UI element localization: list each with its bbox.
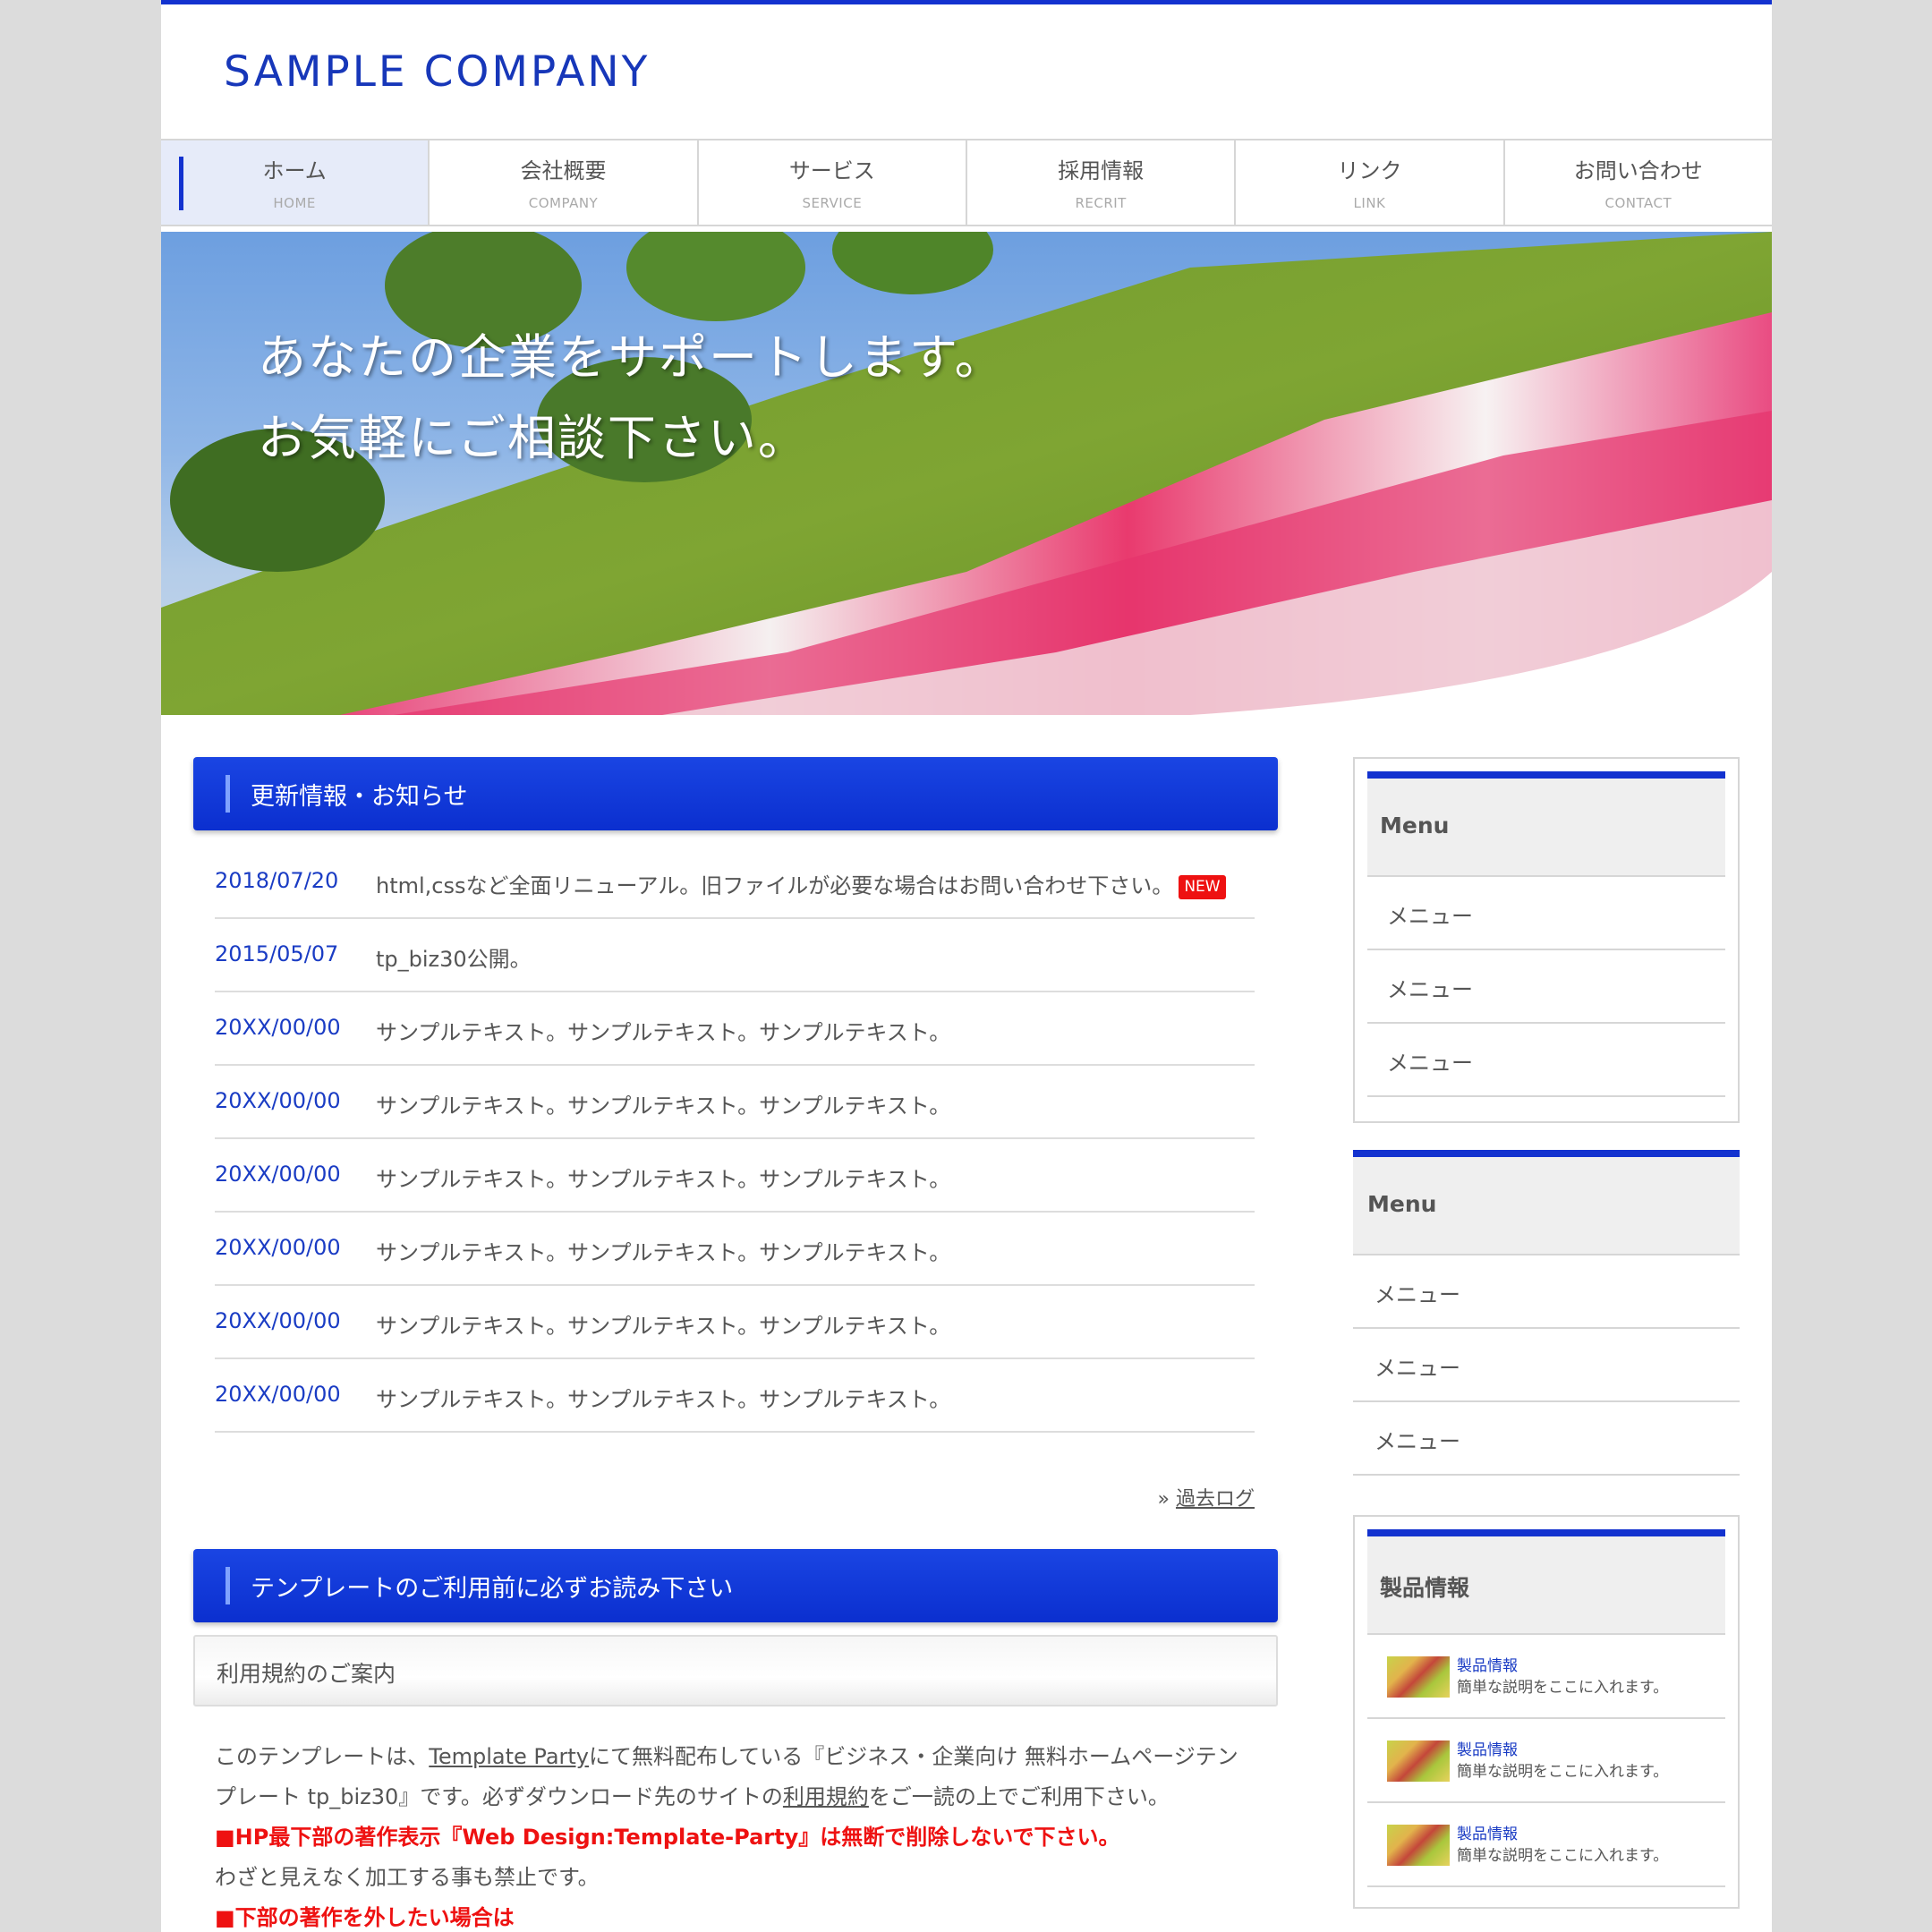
news-item: 2015/05/07 tp_biz30公開。 [215,919,1255,992]
product-title[interactable]: 製品情報 [1457,1653,1518,1675]
nav-label-jp: ホーム [262,158,327,183]
sidebar-menu-box-1: Menu メニュー メニュー メニュー [1353,757,1740,1123]
sidebar-menu-item[interactable]: メニュー [1353,1402,1740,1476]
news-item: 2018/07/20 html,cssなど全面リニューアル。旧ファイルが必要な場… [215,846,1255,919]
terms-link[interactable]: 利用規約 [783,1784,869,1809]
nav-label-jp: リンク [1337,158,1402,183]
product-thumbnail [1387,1656,1450,1698]
product-description: 簡単な説明をここに入れます。 [1457,1847,1669,1865]
news-text: サンプルテキスト。サンプルテキスト。サンプルテキスト。 [376,1020,951,1045]
sidebar-menu-box-2: Menu メニュー メニュー メニュー [1353,1150,1740,1476]
nav-label-jp: 採用情報 [1058,158,1145,183]
product-title[interactable]: 製品情報 [1457,1821,1518,1843]
sidebar-menu-item[interactable]: メニュー [1367,1024,1725,1097]
nav-label-en: HOME [273,195,316,211]
past-log: » 過去ログ [1158,1483,1255,1511]
product-item[interactable]: 製品情報 簡単な説明をここに入れます。 [1367,1803,1725,1887]
nav-label-en: SERVICE [802,195,863,211]
news-text: html,cssなど全面リニューアル。旧ファイルが必要な場合はお問い合わせ下さい… [376,868,1226,899]
news-text: tp_biz30公開。 [376,947,532,972]
news-text: サンプルテキスト。サンプルテキスト。サンプルテキスト。 [376,1314,951,1339]
news-date: 20XX/00/00 [215,1382,341,1407]
past-log-link[interactable]: 過去ログ [1176,1488,1255,1511]
product-item[interactable]: 製品情報 簡単な説明をここに入れます。 [1367,1719,1725,1803]
hero-banner: あなたの企業をサポートします。 お気軽にご相談下さい。 [161,232,1772,715]
nav-item-home[interactable]: ホーム HOME [161,140,430,225]
news-text-body: html,cssなど全面リニューアル。旧ファイルが必要な場合はお問い合わせ下さい… [376,873,1174,898]
hero-heading-line2: お気軽にご相談下さい。 [258,410,808,466]
nav-label-jp: サービス [788,158,875,183]
news-item: 20XX/00/00 サンプルテキスト。サンプルテキスト。サンプルテキスト。 [215,992,1255,1066]
global-nav: ホーム HOME 会社概要 COMPANY サービス SERVICE 採用情報 … [161,139,1772,226]
product-description: 簡単な説明をここに入れます。 [1457,1763,1669,1781]
hero-image [161,232,1772,715]
news-date: 20XX/00/00 [215,1308,341,1333]
nav-item-contact[interactable]: お問い合わせ CONTACT [1504,140,1772,225]
sidebar-menu-item[interactable]: メニュー [1367,950,1725,1024]
nav-item-service[interactable]: サービス SERVICE [698,140,967,225]
nav-label-en: RECRIT [1075,195,1127,211]
past-log-arrow: » [1157,1488,1170,1511]
copyright-warning: ■HP最下部の著作表示『Web Design:Template-Party』は無… [215,1825,1120,1850]
notice-paragraph-2: わざと見えなく加工する事も禁止です。 [215,1865,600,1890]
sidebar-menu-item[interactable]: メニュー [1367,877,1725,950]
sidebar-menu-item[interactable]: メニュー [1353,1255,1740,1329]
news-item: 20XX/00/00 サンプルテキスト。サンプルテキスト。サンプルテキスト。 [215,1066,1255,1139]
sidebar-menu-title: Menu [1367,771,1725,877]
news-date: 20XX/00/00 [215,1162,341,1187]
news-text: サンプルテキスト。サンプルテキスト。サンプルテキスト。 [376,1094,951,1119]
hero-heading-line1: あなたの企業をサポートします。 [258,329,1005,386]
product-title[interactable]: 製品情報 [1457,1737,1518,1759]
product-thumbnail [1387,1825,1450,1866]
nav-label-en: LINK [1353,195,1386,211]
site-logo[interactable]: SAMPLE COMPANY [224,47,650,97]
news-text: サンプルテキスト。サンプルテキスト。サンプルテキスト。 [376,1240,951,1265]
news-item: 20XX/00/00 サンプルテキスト。サンプルテキスト。サンプルテキスト。 [215,1213,1255,1286]
notice-text-1: このテンプレートは、 [215,1744,430,1769]
news-date: 20XX/00/00 [215,1088,341,1113]
news-item: 20XX/00/00 サンプルテキスト。サンプルテキスト。サンプルテキスト。 [215,1359,1255,1433]
notice-section-header: テンプレートのご利用前に必ずお読み下さい [193,1549,1278,1622]
sidebar-menu-title: Menu [1353,1150,1740,1255]
news-section-header: 更新情報・お知らせ [193,757,1278,830]
terms-subheading: 利用規約のご案内 [193,1635,1278,1706]
nav-label-jp: 会社概要 [520,158,607,183]
news-date: 2018/07/20 [215,868,339,893]
notice-paragraph: このテンプレートは、Template Partyにて無料配布している『ビジネス・… [215,1737,1244,1817]
news-date: 20XX/00/00 [215,1015,341,1040]
sidebar-products-box: 製品情報 製品情報 簡単な説明をここに入れます。 製品情報 簡単な説明をここに入… [1353,1515,1740,1909]
nav-label-en: COMPANY [528,195,599,211]
news-list: 2018/07/20 html,cssなど全面リニューアル。旧ファイルが必要な場… [215,846,1255,1433]
nav-label-jp: お問い合わせ [1573,158,1703,183]
news-item: 20XX/00/00 サンプルテキスト。サンプルテキスト。サンプルテキスト。 [215,1286,1255,1359]
new-badge: NEW [1179,875,1226,899]
copyright-warning-2: ■下部の著作を外したい場合は [215,1905,515,1930]
products-title: 製品情報 [1367,1529,1725,1635]
nav-item-link[interactable]: リンク LINK [1236,140,1505,225]
news-date: 2015/05/07 [215,941,339,966]
nav-label-en: CONTACT [1604,195,1672,211]
nav-item-company[interactable]: 会社概要 COMPANY [430,140,699,225]
template-party-link[interactable]: Template Party [429,1744,589,1769]
notice-text-3: をご一読の上でご利用下さい。 [868,1784,1170,1809]
page-wrapper: SAMPLE COMPANY ホーム HOME 会社概要 COMPANY サービ… [161,0,1772,1932]
nav-item-recruit[interactable]: 採用情報 RECRIT [966,140,1237,225]
product-description: 簡単な説明をここに入れます。 [1457,1679,1669,1697]
news-text: サンプルテキスト。サンプルテキスト。サンプルテキスト。 [376,1167,951,1192]
news-item: 20XX/00/00 サンプルテキスト。サンプルテキスト。サンプルテキスト。 [215,1139,1255,1213]
news-text: サンプルテキスト。サンプルテキスト。サンプルテキスト。 [376,1387,951,1412]
product-thumbnail [1387,1741,1450,1782]
product-item[interactable]: 製品情報 簡単な説明をここに入れます。 [1367,1635,1725,1719]
sidebar-menu-item[interactable]: メニュー [1353,1329,1740,1402]
news-date: 20XX/00/00 [215,1235,341,1260]
